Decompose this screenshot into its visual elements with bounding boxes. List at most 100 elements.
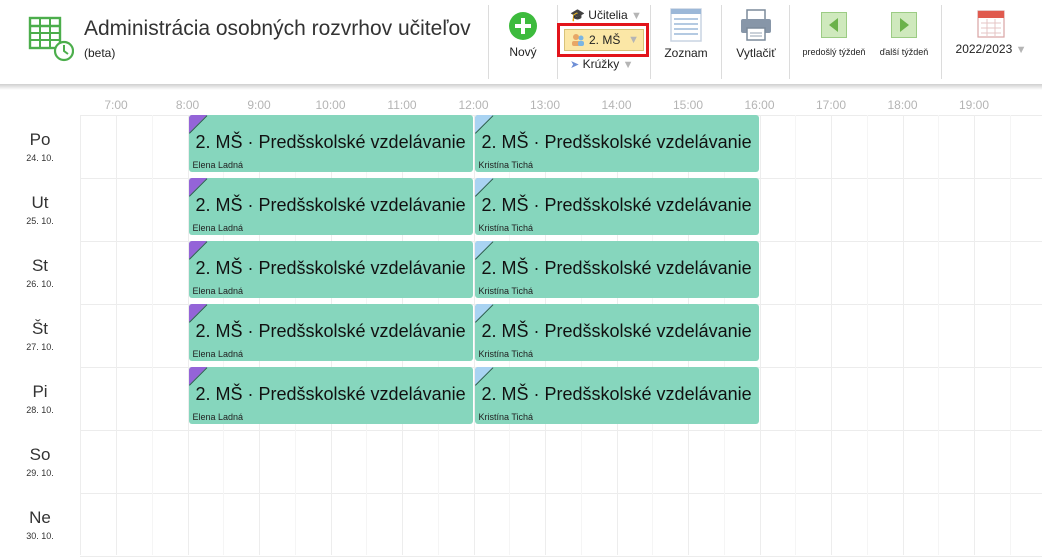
teachers-filter-label: Učitelia	[588, 8, 628, 22]
event-teacher: Kristína Tichá	[478, 349, 534, 359]
timetable-event[interactable]: 2. MŠ · Predšskolské vzdelávanie Elena La…	[188, 367, 473, 424]
event-teacher: Kristína Tichá	[478, 160, 534, 170]
timetable-event[interactable]: 2. MŠ · Predšskolské vzdelávanie Kristína…	[474, 367, 759, 424]
hour-label: 17:00	[815, 98, 847, 112]
hour-label: 18:00	[887, 98, 918, 112]
hour-gridline	[116, 115, 117, 555]
printer-icon	[741, 9, 771, 41]
hour-label: 14:00	[601, 98, 632, 112]
timetable-event[interactable]: 2. MŠ · Predšskolské vzdelávanie Elena La…	[188, 115, 473, 172]
next-week-label: ďalší týždeň	[879, 47, 929, 57]
day-name: Po	[29, 130, 51, 149]
school-year-value: 2022/2023	[955, 42, 1013, 56]
timetable-event[interactable]: 2. MŠ · Predšskolské vzdelávanie Kristína…	[474, 115, 759, 172]
day-name: Ne	[29, 508, 51, 527]
hour-label: 12:00	[458, 98, 489, 112]
row-divider	[80, 430, 1042, 431]
timetable-event[interactable]: 2. MŠ · Predšskolské vzdelávanie Kristína…	[474, 241, 759, 298]
school-year-select[interactable]: 2022/2023 ▼	[952, 8, 1030, 56]
timetable-event[interactable]: 2. MŠ · Predšskolské vzdelávanie Elena La…	[188, 304, 473, 361]
print-button[interactable]: Vytlačiť	[733, 8, 779, 60]
event-teacher: Elena Ladná	[192, 286, 244, 296]
event-title: 2. MŠ · Predšskolské vzdelávanie	[195, 258, 466, 278]
hour-label: 19:00	[958, 98, 990, 112]
half-hour-gridline	[1009, 115, 1011, 555]
chevron-down-icon: ▼	[628, 34, 639, 46]
children-icon	[572, 34, 584, 46]
event-teacher: Elena Ladná	[192, 223, 244, 233]
graduation-cap-icon: 🎓	[570, 8, 585, 22]
day-date: 25. 10.	[26, 216, 54, 226]
teachers-filter[interactable]: 🎓 Učitelia ▼	[570, 8, 642, 22]
chevron-down-icon: ▼	[1015, 44, 1027, 56]
day-name: Ut	[31, 193, 49, 212]
clubs-filter-label: Krúžky	[582, 57, 620, 71]
timetable-calendar-icon	[28, 16, 74, 62]
event-title: 2. MŠ · Predšskolské vzdelávanie	[481, 384, 752, 404]
half-hour-gridline	[795, 115, 797, 555]
divider	[789, 5, 790, 79]
timetable-event[interactable]: 2. MŠ · Predšskolské vzdelávanie Kristína…	[474, 178, 759, 235]
event-teacher: Kristína Tichá	[478, 223, 534, 233]
plus-icon	[509, 12, 537, 40]
app-title: Administrácia osobných rozvrhov učiteľov	[84, 17, 471, 40]
new-button[interactable]: Nový	[504, 8, 542, 59]
day-name: So	[29, 445, 51, 464]
divider	[941, 5, 942, 79]
list-button[interactable]: Zoznam	[662, 8, 710, 60]
timetable-event[interactable]: 2. MŠ · Predšskolské vzdelávanie Elena La…	[188, 241, 473, 298]
divider	[650, 5, 651, 79]
day-name: Pi	[32, 382, 48, 401]
day-date: 30. 10.	[26, 531, 54, 541]
event-title: 2. MŠ · Predšskolské vzdelávanie	[481, 132, 752, 152]
hour-label: 9:00	[247, 98, 271, 112]
app-subtitle: (beta)	[84, 46, 116, 60]
day-date: 24. 10.	[26, 153, 54, 163]
school-year-row: 2022/2023 ▼	[952, 42, 1030, 56]
event-teacher: Elena Ladná	[192, 412, 244, 422]
day-name: St	[31, 256, 49, 275]
hour-label: 10:00	[315, 98, 346, 112]
app-header: Administrácia osobných rozvrhov učiteľov…	[0, 0, 1042, 84]
class-select-value: 2. MŠ	[589, 33, 621, 47]
event-teacher: Elena Ladná	[192, 160, 244, 170]
new-button-label: Nový	[509, 45, 537, 59]
timetable-event[interactable]: 2. MŠ · Predšskolské vzdelávanie Elena La…	[188, 178, 473, 235]
class-select[interactable]: 2. MŠ ▼	[564, 29, 644, 51]
day-name: Št	[31, 319, 49, 338]
previous-week-button[interactable]: predošlý týždeň	[800, 12, 868, 57]
divider	[488, 5, 489, 79]
list-icon	[670, 8, 702, 42]
week-timetable: 7:00 8:00 9:00 10:00 11:00 12:00 13:00 14:00 15:…	[0, 90, 1042, 557]
event-teacher: Kristína Tichá	[478, 286, 534, 296]
row-divider	[80, 493, 1042, 494]
event-title: 2. MŠ · Predšskolské vzdelávanie	[195, 132, 466, 152]
divider	[721, 5, 722, 79]
hour-gridline	[902, 115, 904, 555]
event-teacher: Elena Ladná	[192, 349, 244, 359]
half-hour-gridline	[151, 115, 153, 555]
event-title: 2. MŠ · Predšskolské vzdelávanie	[481, 258, 752, 278]
next-week-button[interactable]: ďalší týždeň	[876, 12, 932, 57]
clubs-filter[interactable]: ➤ Krúžky ▼	[570, 57, 633, 71]
event-title: 2. MŠ · Predšskolské vzdelávanie	[195, 384, 466, 404]
grid-left-border	[80, 115, 81, 555]
hour-label: 16:00	[744, 98, 775, 112]
event-title: 2. MŠ · Predšskolské vzdelávanie	[481, 321, 752, 341]
hour-label: 7:00	[104, 98, 128, 112]
print-button-label: Vytlačiť	[736, 46, 776, 60]
rocket-icon: ➤	[570, 59, 580, 71]
previous-week-label: predošlý týždeň	[802, 47, 866, 57]
half-hour-gridline	[866, 115, 868, 555]
event-teacher: Kristína Tichá	[478, 412, 534, 422]
event-title: 2. MŠ · Predšskolské vzdelávanie	[481, 195, 752, 215]
chevron-down-icon: ▼	[622, 59, 634, 71]
event-title: 2. MŠ · Predšskolské vzdelávanie	[195, 195, 466, 215]
event-title: 2. MŠ · Predšskolské vzdelávanie	[195, 321, 466, 341]
day-date: 27. 10.	[26, 342, 54, 352]
arrow-left-icon	[821, 12, 847, 38]
hour-label: 13:00	[529, 98, 561, 112]
hour-label: 8:00	[175, 98, 200, 112]
timetable-event[interactable]: 2. MŠ · Predšskolské vzdelávanie Kristína…	[474, 304, 759, 361]
day-date: 26. 10.	[26, 279, 54, 289]
